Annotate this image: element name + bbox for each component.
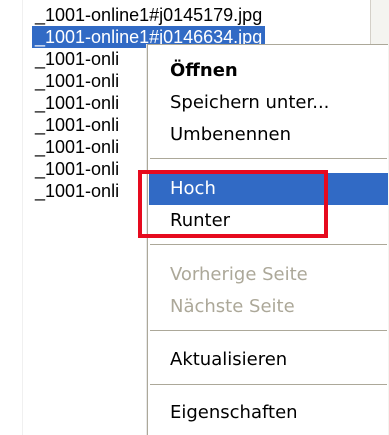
file-item[interactable]: _1001-onli	[32, 92, 122, 114]
menu-item-rename[interactable]: Umbenennen	[149, 119, 388, 151]
menu-item-label: Aktualisieren	[170, 349, 288, 370]
file-item[interactable]: _1001-onli	[32, 114, 122, 136]
file-item[interactable]: _1001-onli	[32, 70, 122, 92]
menu-item-label: Nächste Seite	[170, 296, 295, 317]
file-item[interactable]: _1001-online1#j0145179.jpg	[32, 4, 265, 26]
menu-separator	[150, 384, 387, 385]
menu-item-properties[interactable]: Eigenschaften	[149, 397, 388, 429]
menu-item-move-down[interactable]: Runter	[149, 205, 388, 237]
menu-item-label: Hoch	[170, 178, 216, 199]
screenshot-stage: _1001-online1#j0145179.jpg _1001-online1…	[0, 0, 389, 435]
file-item[interactable]: _1001-onli	[32, 158, 122, 180]
menu-item-label: Eigenschaften	[170, 402, 298, 423]
menu-item-label: Speichern unter...	[170, 92, 330, 113]
file-item[interactable]: _1001-onli	[32, 180, 122, 202]
menu-item-label: Öffnen	[170, 60, 238, 81]
list-edge	[0, 0, 23, 435]
file-item[interactable]: _1001-onli	[32, 136, 122, 158]
menu-separator	[150, 158, 387, 159]
menu-item-refresh[interactable]: Aktualisieren	[149, 344, 388, 376]
menu-item-move-up[interactable]: Hoch	[149, 173, 388, 205]
menu-separator	[150, 330, 387, 331]
menu-item-next-page[interactable]: Nächste Seite	[149, 291, 388, 323]
file-item[interactable]: _1001-onli	[32, 48, 122, 70]
menu-item-label: Umbenennen	[170, 124, 291, 145]
menu-item-save-as[interactable]: Speichern unter...	[149, 87, 388, 119]
menu-item-label: Vorherige Seite	[170, 264, 308, 285]
context-menu: Öffnen Speichern unter... Umbenennen Hoc…	[147, 44, 388, 435]
menu-item-label: Runter	[170, 210, 231, 231]
menu-separator	[150, 244, 387, 245]
menu-item-open[interactable]: Öffnen	[149, 55, 388, 87]
menu-item-previous-page[interactable]: Vorherige Seite	[149, 259, 388, 291]
